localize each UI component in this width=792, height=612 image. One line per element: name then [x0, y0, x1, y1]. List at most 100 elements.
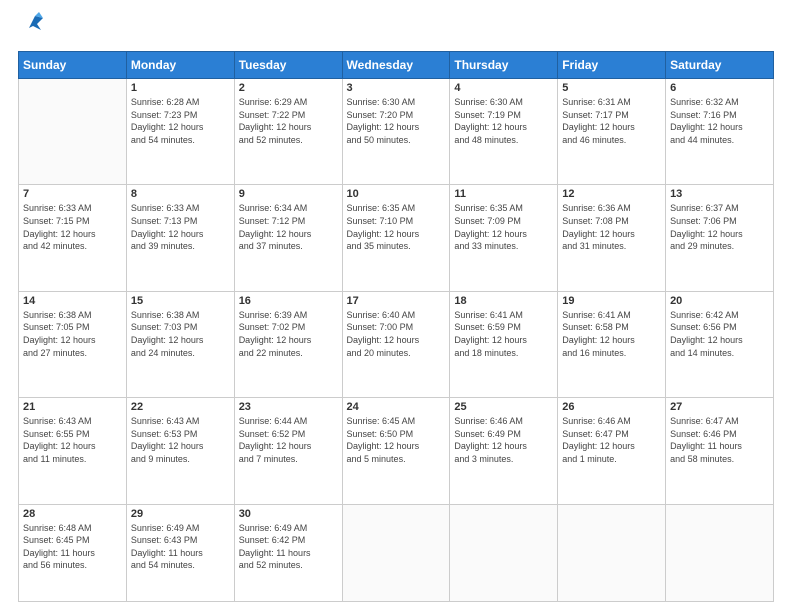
day-info: Sunrise: 6:45 AM Sunset: 6:50 PM Dayligh… [347, 415, 446, 465]
day-number: 10 [347, 188, 446, 200]
day-info: Sunrise: 6:48 AM Sunset: 6:45 PM Dayligh… [23, 522, 122, 572]
calendar-cell: 5 Sunrise: 6:31 AM Sunset: 7:17 PM Daylig… [558, 79, 666, 185]
calendar-cell: 4 Sunrise: 6:30 AM Sunset: 7:19 PM Daylig… [450, 79, 558, 185]
calendar-cell: 11 Sunrise: 6:35 AM Sunset: 7:09 PM Dayli… [450, 185, 558, 291]
day-info: Sunrise: 6:30 AM Sunset: 7:19 PM Dayligh… [454, 96, 553, 146]
day-info: Sunrise: 6:44 AM Sunset: 6:52 PM Dayligh… [239, 415, 338, 465]
calendar-table: SundayMondayTuesdayWednesdayThursdayFrid… [18, 51, 774, 602]
day-info: Sunrise: 6:38 AM Sunset: 7:05 PM Dayligh… [23, 309, 122, 359]
day-info: Sunrise: 6:43 AM Sunset: 6:55 PM Dayligh… [23, 415, 122, 465]
day-number: 21 [23, 401, 122, 413]
calendar-cell: 13 Sunrise: 6:37 AM Sunset: 7:06 PM Dayli… [666, 185, 774, 291]
calendar-cell: 29 Sunrise: 6:49 AM Sunset: 6:43 PM Dayli… [126, 504, 234, 601]
day-info: Sunrise: 6:41 AM Sunset: 6:59 PM Dayligh… [454, 309, 553, 359]
calendar-cell [19, 79, 127, 185]
day-info: Sunrise: 6:32 AM Sunset: 7:16 PM Dayligh… [670, 96, 769, 146]
day-number: 26 [562, 401, 661, 413]
day-info: Sunrise: 6:40 AM Sunset: 7:00 PM Dayligh… [347, 309, 446, 359]
calendar-header-sunday: Sunday [19, 52, 127, 79]
calendar-cell [450, 504, 558, 601]
calendar-cell: 8 Sunrise: 6:33 AM Sunset: 7:13 PM Daylig… [126, 185, 234, 291]
calendar-header-saturday: Saturday [666, 52, 774, 79]
calendar-cell: 15 Sunrise: 6:38 AM Sunset: 7:03 PM Dayli… [126, 291, 234, 397]
day-info: Sunrise: 6:46 AM Sunset: 6:49 PM Dayligh… [454, 415, 553, 465]
calendar-cell: 23Sunrise: 6:44 AM Sunset: 6:52 PM Dayli… [234, 398, 342, 504]
calendar-cell: 27 Sunrise: 6:47 AM Sunset: 6:46 PM Dayli… [666, 398, 774, 504]
day-info: Sunrise: 6:38 AM Sunset: 7:03 PM Dayligh… [131, 309, 230, 359]
calendar-header-friday: Friday [558, 52, 666, 79]
day-number: 28 [23, 508, 122, 520]
day-info: Sunrise: 6:43 AM Sunset: 6:53 PM Dayligh… [131, 415, 230, 465]
calendar-cell: 16 Sunrise: 6:39 AM Sunset: 7:02 PM Dayli… [234, 291, 342, 397]
day-number: 17 [347, 295, 446, 307]
day-info: Sunrise: 6:29 AM Sunset: 7:22 PM Dayligh… [239, 96, 338, 146]
day-number: 7 [23, 188, 122, 200]
day-number: 1 [131, 82, 230, 94]
day-number: 16 [239, 295, 338, 307]
day-info: Sunrise: 6:28 AM Sunset: 7:23 PM Dayligh… [131, 96, 230, 146]
calendar-cell: 22 Sunrise: 6:43 AM Sunset: 6:53 PM Dayli… [126, 398, 234, 504]
day-number: 9 [239, 188, 338, 200]
day-number: 4 [454, 82, 553, 94]
calendar-cell: 3 Sunrise: 6:30 AM Sunset: 7:20 PM Daylig… [342, 79, 450, 185]
calendar-cell: 1 Sunrise: 6:28 AM Sunset: 7:23 PM Daylig… [126, 79, 234, 185]
calendar-cell: 14 Sunrise: 6:38 AM Sunset: 7:05 PM Dayli… [19, 291, 127, 397]
calendar-cell: 9 Sunrise: 6:34 AM Sunset: 7:12 PM Daylig… [234, 185, 342, 291]
calendar-cell: 19 Sunrise: 6:41 AM Sunset: 6:58 PM Dayli… [558, 291, 666, 397]
day-number: 30 [239, 508, 338, 520]
day-number: 8 [131, 188, 230, 200]
calendar-cell [666, 504, 774, 601]
day-info: Sunrise: 6:41 AM Sunset: 6:58 PM Dayligh… [562, 309, 661, 359]
calendar-cell: 21 Sunrise: 6:43 AM Sunset: 6:55 PM Dayli… [19, 398, 127, 504]
calendar-cell: 2 Sunrise: 6:29 AM Sunset: 7:22 PM Daylig… [234, 79, 342, 185]
logo-bird-icon [21, 10, 47, 36]
day-info: Sunrise: 6:33 AM Sunset: 7:15 PM Dayligh… [23, 202, 122, 252]
day-number: 22 [131, 401, 230, 413]
day-number: 19 [562, 295, 661, 307]
day-number: 5 [562, 82, 661, 94]
calendar-header-thursday: Thursday [450, 52, 558, 79]
day-number: 6 [670, 82, 769, 94]
calendar-cell: 10 Sunrise: 6:35 AM Sunset: 7:10 PM Dayli… [342, 185, 450, 291]
calendar-cell: 18 Sunrise: 6:41 AM Sunset: 6:59 PM Dayli… [450, 291, 558, 397]
day-info: Sunrise: 6:31 AM Sunset: 7:17 PM Dayligh… [562, 96, 661, 146]
calendar-header-tuesday: Tuesday [234, 52, 342, 79]
day-number: 13 [670, 188, 769, 200]
calendar-header-row: SundayMondayTuesdayWednesdayThursdayFrid… [19, 52, 774, 79]
calendar-header-wednesday: Wednesday [342, 52, 450, 79]
day-info: Sunrise: 6:30 AM Sunset: 7:20 PM Dayligh… [347, 96, 446, 146]
day-number: 2 [239, 82, 338, 94]
day-info: Sunrise: 6:39 AM Sunset: 7:02 PM Dayligh… [239, 309, 338, 359]
day-number: 12 [562, 188, 661, 200]
day-info: Sunrise: 6:42 AM Sunset: 6:56 PM Dayligh… [670, 309, 769, 359]
day-number: 11 [454, 188, 553, 200]
calendar-cell [342, 504, 450, 601]
day-number: 27 [670, 401, 769, 413]
day-number: 25 [454, 401, 553, 413]
day-info: Sunrise: 6:37 AM Sunset: 7:06 PM Dayligh… [670, 202, 769, 252]
day-info: Sunrise: 6:35 AM Sunset: 7:10 PM Dayligh… [347, 202, 446, 252]
calendar-cell: 7 Sunrise: 6:33 AM Sunset: 7:15 PM Daylig… [19, 185, 127, 291]
day-info: Sunrise: 6:46 AM Sunset: 6:47 PM Dayligh… [562, 415, 661, 465]
day-number: 14 [23, 295, 122, 307]
calendar-cell: 6 Sunrise: 6:32 AM Sunset: 7:16 PM Daylig… [666, 79, 774, 185]
day-info: Sunrise: 6:47 AM Sunset: 6:46 PM Dayligh… [670, 415, 769, 465]
calendar-cell: 26 Sunrise: 6:46 AM Sunset: 6:47 PM Dayli… [558, 398, 666, 504]
calendar-cell: 24Sunrise: 6:45 AM Sunset: 6:50 PM Dayli… [342, 398, 450, 504]
header [18, 18, 774, 41]
day-info: Sunrise: 6:49 AM Sunset: 6:43 PM Dayligh… [131, 522, 230, 572]
day-info: Sunrise: 6:35 AM Sunset: 7:09 PM Dayligh… [454, 202, 553, 252]
day-info: Sunrise: 6:36 AM Sunset: 7:08 PM Dayligh… [562, 202, 661, 252]
day-number: 29 [131, 508, 230, 520]
day-number: 15 [131, 295, 230, 307]
day-number: 3 [347, 82, 446, 94]
calendar-cell: 12 Sunrise: 6:36 AM Sunset: 7:08 PM Dayli… [558, 185, 666, 291]
logo [18, 18, 47, 41]
day-number: 20 [670, 295, 769, 307]
calendar-cell: 30 Sunrise: 6:49 AM Sunset: 6:42 PM Dayli… [234, 504, 342, 601]
day-number: 18 [454, 295, 553, 307]
day-info: Sunrise: 6:33 AM Sunset: 7:13 PM Dayligh… [131, 202, 230, 252]
calendar-header-monday: Monday [126, 52, 234, 79]
day-info: Sunrise: 6:49 AM Sunset: 6:42 PM Dayligh… [239, 522, 338, 572]
day-info: Sunrise: 6:34 AM Sunset: 7:12 PM Dayligh… [239, 202, 338, 252]
